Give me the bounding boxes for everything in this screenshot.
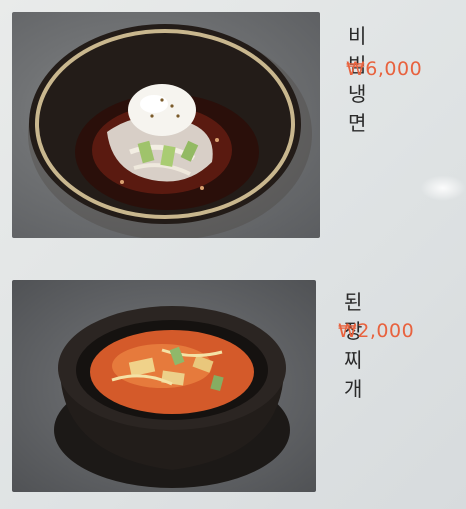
bowl-illustration xyxy=(28,24,312,238)
doenjang-jjigae-photo[interactable] xyxy=(12,280,316,492)
menu-screen: 비빔냉면 ₩6,000 된장찌개 ₩2,000 xyxy=(0,0,466,509)
screen-glare xyxy=(420,175,466,201)
menu-item-price: ₩6,000 xyxy=(346,58,423,80)
pot-illustration xyxy=(54,306,290,488)
menu-item-name: 된장찌개 xyxy=(344,290,364,401)
bibim-naengmyeon-photo[interactable] xyxy=(12,12,320,238)
menu-item-price: ₩2,000 xyxy=(338,320,415,342)
